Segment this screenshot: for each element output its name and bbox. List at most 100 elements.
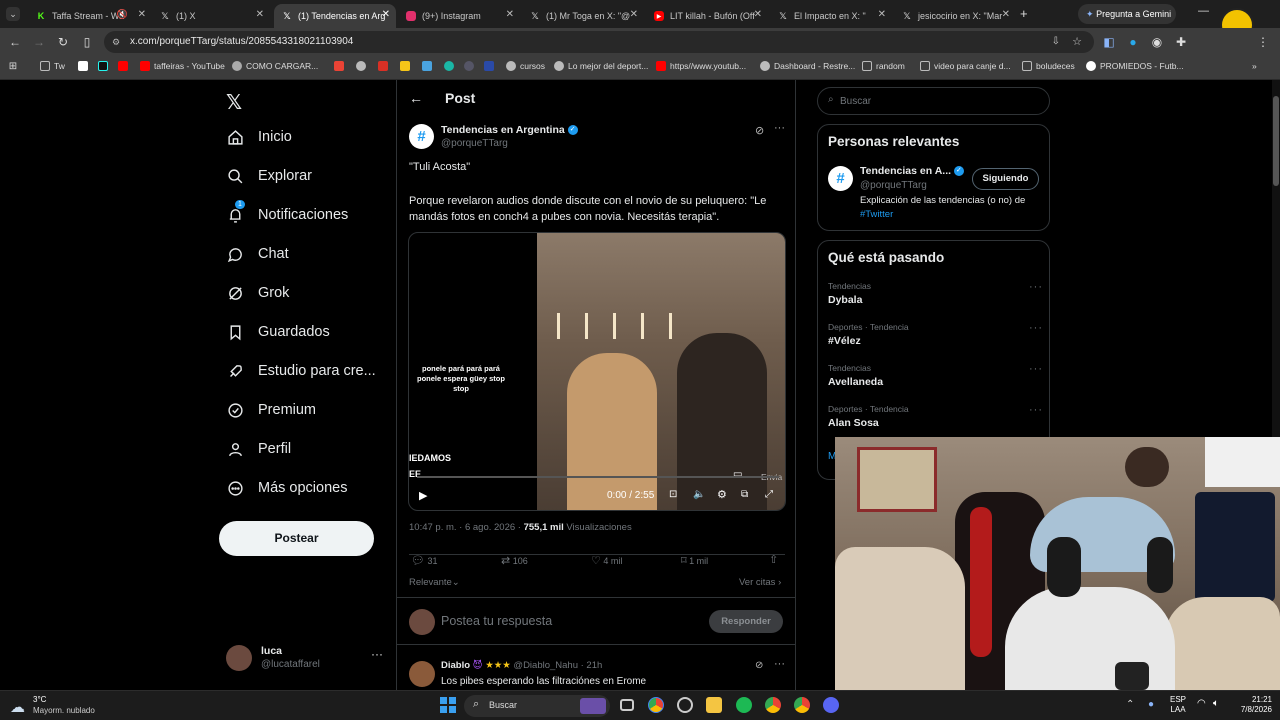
browser-tab[interactable]: K Taffa Stream - Wa 🔇 ✕ bbox=[28, 4, 152, 28]
post-more-icon[interactable]: ··· bbox=[774, 122, 785, 134]
browser-tab[interactable]: (9+) Instagram ✕ bbox=[398, 4, 520, 28]
bookmark-item[interactable]: Lo mejor del deport... bbox=[554, 61, 648, 71]
discord-icon[interactable] bbox=[823, 697, 839, 713]
following-button[interactable]: Siguiendo bbox=[972, 168, 1039, 190]
reply-action[interactable]: 💬︎ 31 bbox=[411, 554, 438, 567]
browser-tab[interactable]: 𝕏 El Impacto en X: " ✕ bbox=[770, 4, 892, 28]
more-icon[interactable]: ··· bbox=[1029, 281, 1043, 293]
back-arrow-icon[interactable]: ← bbox=[409, 90, 423, 106]
bookmark-item[interactable]: cursos bbox=[506, 61, 545, 71]
close-icon[interactable]: ✕ bbox=[138, 9, 146, 20]
extensions-icon[interactable]: ✚ bbox=[1174, 35, 1188, 49]
close-icon[interactable]: ✕ bbox=[1002, 9, 1010, 20]
spotify-icon[interactable] bbox=[736, 697, 752, 713]
side-panel-icon[interactable]: ▯ bbox=[80, 35, 94, 49]
forward-icon[interactable]: → bbox=[32, 35, 46, 49]
bookmark-star-icon[interactable]: ☆ bbox=[1072, 31, 1082, 53]
bookmark-icon-only[interactable] bbox=[78, 61, 92, 71]
bookmark-item[interactable]: Tw bbox=[40, 61, 65, 71]
bookmark-icon-only[interactable] bbox=[118, 61, 132, 71]
new-tab-button[interactable]: + bbox=[1020, 6, 1028, 21]
pip-icon[interactable]: ⧉ bbox=[741, 489, 748, 500]
play-icon[interactable]: ▶ bbox=[419, 489, 427, 502]
more-icon[interactable]: ··· bbox=[1029, 363, 1043, 375]
nav-item-premium[interactable]: Premium bbox=[226, 401, 316, 419]
scrollbar-thumb[interactable] bbox=[1273, 96, 1279, 186]
mute-icon[interactable]: 🔇 bbox=[117, 9, 128, 20]
trend-item[interactable]: Deportes · Tendencia Alan Sosa ··· bbox=[828, 404, 1043, 434]
reply-input[interactable]: Postea tu respuesta bbox=[441, 614, 552, 628]
translate-extension-icon[interactable]: ◧ bbox=[1102, 35, 1116, 49]
trend-item[interactable]: Deportes · Tendencia #Vélez ··· bbox=[828, 322, 1043, 352]
bookmark-item[interactable]: COMO CARGAR... bbox=[232, 61, 318, 71]
weather-widget[interactable]: ☁ 3°C Mayorm. nublado bbox=[10, 694, 120, 718]
post-timestamp[interactable]: 10:47 p. m. · 6 ago. 2026 · bbox=[409, 522, 521, 533]
grok-explain-icon[interactable]: ⊘ bbox=[755, 660, 763, 671]
post-more-icon[interactable]: ··· bbox=[774, 658, 785, 670]
close-icon[interactable]: ✕ bbox=[630, 9, 638, 20]
browser-tab-active[interactable]: 𝕏 (1) Tendencias en Arg ✕ bbox=[274, 4, 396, 28]
nav-item-chat[interactable]: Chat bbox=[226, 245, 289, 263]
bookmark-item[interactable]: random bbox=[862, 61, 905, 71]
more-icon[interactable]: ··· bbox=[1029, 322, 1043, 334]
relevant-bio-link[interactable]: #Twitter bbox=[860, 209, 893, 220]
bookmark-icon-only[interactable] bbox=[422, 61, 436, 71]
caption-icon[interactable]: ▭ bbox=[733, 469, 742, 480]
wifi-icon[interactable]: ◠ bbox=[1197, 698, 1206, 709]
account-switcher[interactable]: luca @lucataffarel ··· bbox=[226, 643, 386, 673]
nav-item-mas-opciones[interactable]: Más opciones bbox=[226, 479, 347, 497]
bookmark-item[interactable]: https//www.youtub... bbox=[656, 61, 746, 71]
bookmark-icon-only[interactable] bbox=[444, 61, 458, 71]
close-icon[interactable]: ✕ bbox=[878, 9, 886, 20]
search-input[interactable]: ⌕ Buscar bbox=[817, 87, 1050, 115]
clock-app-icon[interactable] bbox=[677, 697, 693, 713]
fullscreen-icon[interactable]: ⤢ bbox=[765, 489, 773, 500]
captions-toggle-icon[interactable]: ⊡ bbox=[669, 489, 677, 500]
author-avatar[interactable]: # bbox=[409, 124, 434, 149]
nav-item-perfil[interactable]: Perfil bbox=[226, 440, 291, 458]
more-icon[interactable]: ··· bbox=[371, 647, 383, 661]
settings-icon[interactable]: ⚙ bbox=[717, 488, 727, 501]
video-player[interactable]: ponele pará pará pará ponele espera güey… bbox=[408, 232, 786, 511]
bookmark-icon-only[interactable] bbox=[378, 61, 392, 71]
language-indicator[interactable]: ESP LAA bbox=[1170, 695, 1186, 715]
reply-preview[interactable]: Diablo 😈 ★★★ @Diablo_Nahu · 21h ⊘ ··· Lo… bbox=[397, 655, 795, 690]
author-avatar[interactable]: # bbox=[828, 166, 853, 191]
bookmark-icon-only[interactable] bbox=[334, 61, 348, 71]
bookmark-item[interactable]: boludeces bbox=[1022, 61, 1075, 71]
bookmark-icon-only[interactable] bbox=[464, 61, 478, 71]
task-view-icon[interactable] bbox=[620, 699, 634, 711]
chrome-profile-icon[interactable] bbox=[794, 697, 810, 713]
menu-icon[interactable]: ⋮ bbox=[1256, 35, 1270, 49]
minimize-button[interactable]: — bbox=[1198, 5, 1209, 17]
nav-item-estudio[interactable]: Estudio para cre... bbox=[226, 362, 376, 380]
trend-item[interactable]: Tendencias Avellaneda ··· bbox=[828, 363, 1043, 393]
video-progress-bar[interactable] bbox=[417, 476, 779, 478]
volume-icon[interactable]: 🔈 bbox=[693, 489, 705, 500]
bookmark-action[interactable]: ⌑ 1 mil bbox=[681, 554, 708, 567]
apps-icon[interactable]: ⊞ bbox=[6, 60, 20, 74]
close-icon[interactable]: ✕ bbox=[382, 9, 390, 20]
skype-extension-icon[interactable]: ● bbox=[1126, 35, 1140, 49]
address-bar[interactable]: ⚙ x.com/porqueTTarg/status/2085543318021… bbox=[104, 31, 1094, 53]
close-icon[interactable]: ✕ bbox=[754, 9, 762, 20]
install-icon[interactable]: ⇩ bbox=[1052, 31, 1060, 53]
nav-item-grok[interactable]: Grok bbox=[226, 284, 289, 302]
bookmark-item[interactable]: PROMIEDOS - Futb... bbox=[1086, 61, 1184, 71]
speaker-icon[interactable]: 🔈︎ bbox=[1213, 698, 1219, 709]
browser-tab[interactable]: 𝕏 (1) Mr Toga en X: "@ ✕ bbox=[522, 4, 644, 28]
close-icon[interactable]: ✕ bbox=[506, 9, 514, 20]
like-action[interactable]: ♡ 4 mil bbox=[591, 554, 622, 567]
more-icon[interactable]: ··· bbox=[1029, 404, 1043, 416]
tray-overflow-icon[interactable]: ⌃ bbox=[1126, 699, 1134, 710]
sort-dropdown[interactable]: Relevante⌄ bbox=[409, 577, 460, 588]
chrome-profile-icon[interactable] bbox=[765, 697, 781, 713]
bookmark-item[interactable]: taffeiras - YouTube bbox=[140, 61, 225, 71]
relevant-name[interactable]: Tendencias en A... ✓ bbox=[860, 165, 964, 177]
author-name[interactable]: Tendencias en Argentina ✓ bbox=[441, 124, 578, 136]
more-bookmarks-icon[interactable]: » bbox=[1252, 61, 1257, 71]
reload-icon[interactable]: ↻ bbox=[56, 35, 70, 49]
gemini-button[interactable]: ✦ Pregunta a Gemini bbox=[1078, 4, 1176, 24]
nav-item-inicio[interactable]: Inicio bbox=[226, 128, 292, 146]
post-button[interactable]: Postear bbox=[219, 521, 374, 556]
